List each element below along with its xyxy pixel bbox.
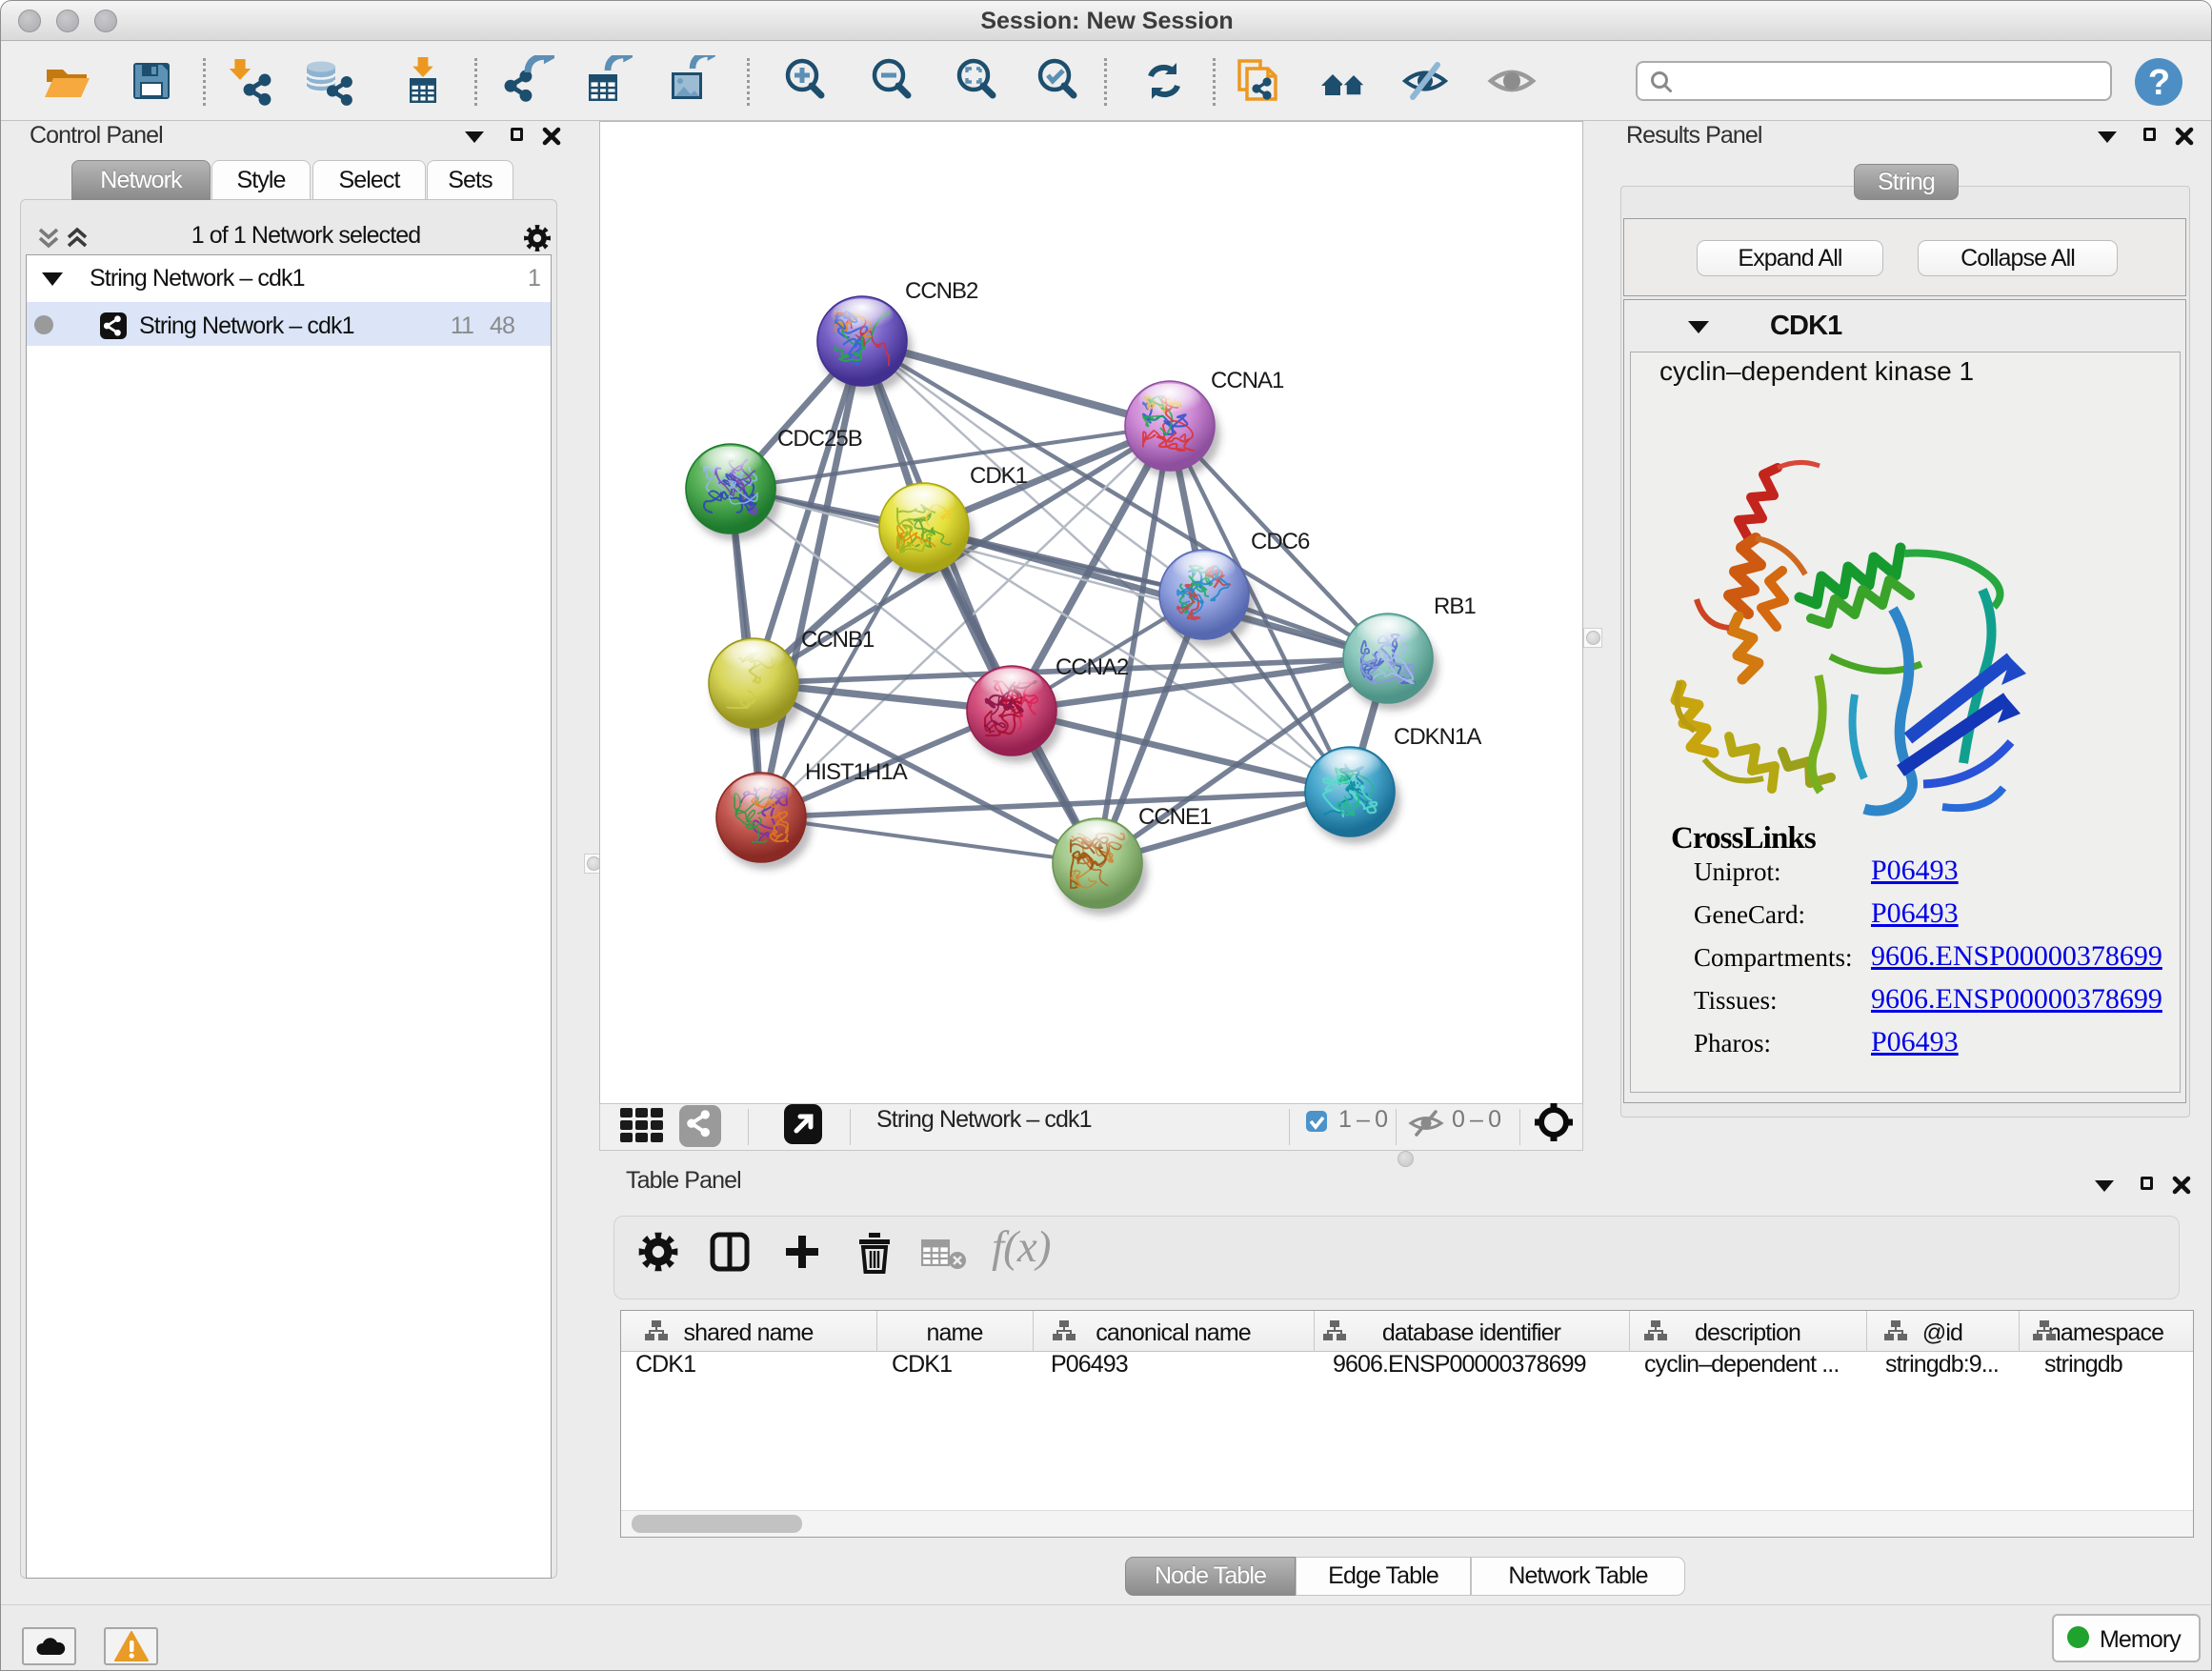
svg-text:CDKN1A: CDKN1A <box>1394 724 1481 750</box>
svg-text:CDC25B: CDC25B <box>777 426 862 452</box>
svg-text:CCNA1: CCNA1 <box>1211 368 1284 393</box>
svg-text:CDC6: CDC6 <box>1251 529 1310 554</box>
svg-text:CCNB1: CCNB1 <box>801 627 875 653</box>
svg-text:CCNE1: CCNE1 <box>1138 804 1212 830</box>
svg-text:HIST1H1A: HIST1H1A <box>805 759 908 785</box>
svg-text:RB1: RB1 <box>1434 594 1476 619</box>
svg-text:?: ? <box>2148 63 2169 103</box>
svg-text:CCNA2: CCNA2 <box>1056 654 1129 680</box>
svg-text:CDK1: CDK1 <box>970 463 1028 489</box>
svg-text:CCNB2: CCNB2 <box>905 278 978 304</box>
